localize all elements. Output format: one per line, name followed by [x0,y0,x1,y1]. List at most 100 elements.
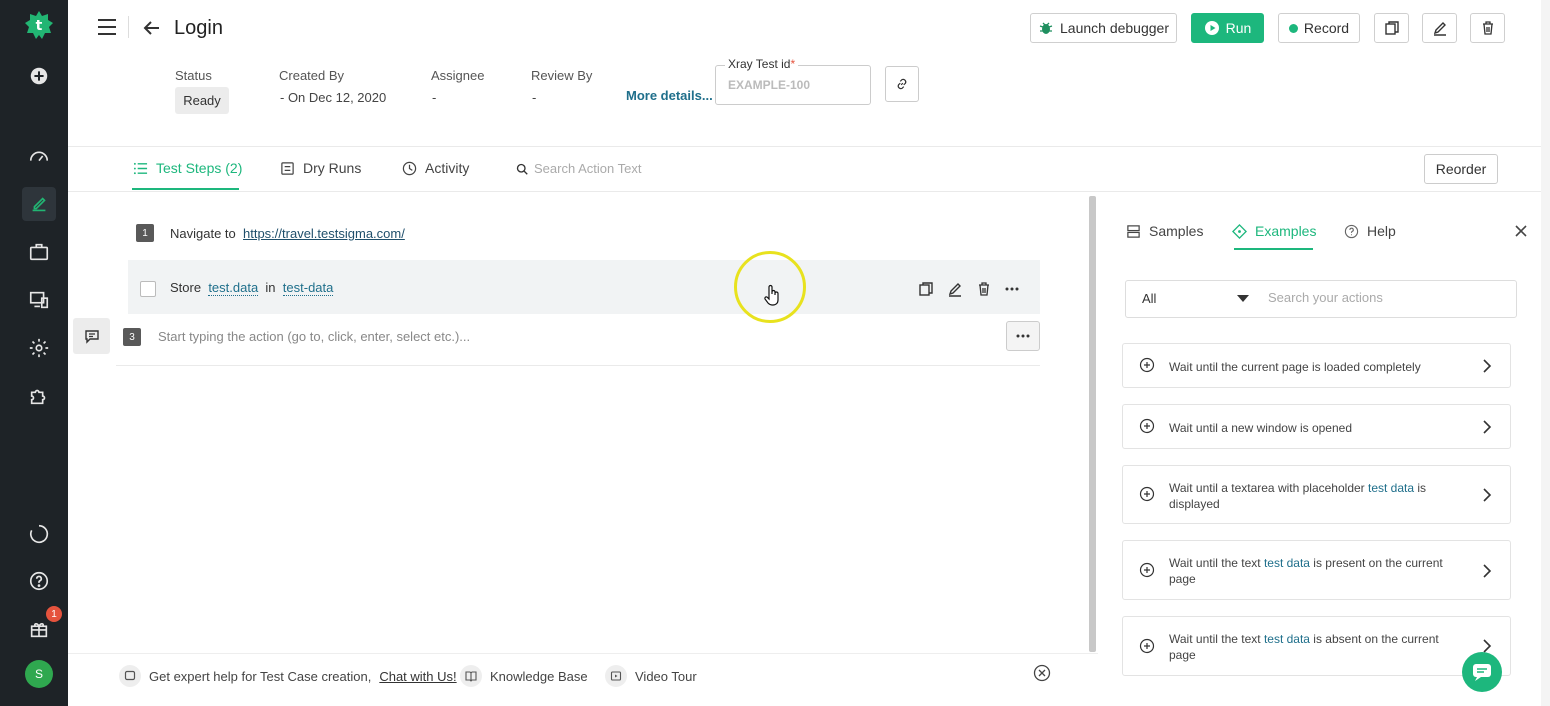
sidebar: t 1 S [0,0,68,706]
step-1-url[interactable]: https://travel.testsigma.com/ [243,226,405,241]
step-2-verb: Store [170,280,202,295]
example-card[interactable]: Wait until the text test data is present… [1122,540,1511,600]
close-panel-icon[interactable] [1512,222,1530,240]
search-icon [516,163,528,175]
knowledge-base-link[interactable]: Knowledge Base [460,665,588,687]
tab-samples[interactable]: Samples [1126,223,1203,239]
tab-test-steps-label: Test Steps (2) [156,160,243,176]
example-card[interactable]: Wait until the current page is loaded co… [1122,343,1511,388]
user-avatar[interactable]: S [25,660,53,688]
assignee-label: Assignee [431,68,485,83]
testsigma-logo-icon[interactable]: t [24,10,54,40]
back-arrow-icon[interactable] [142,18,162,38]
plus-circle-icon[interactable] [1139,562,1155,578]
add-icon[interactable] [22,59,56,93]
loading-circle-icon[interactable] [22,517,56,551]
plus-circle-icon[interactable] [1139,486,1155,502]
plus-circle-icon[interactable] [1139,418,1155,434]
tab-activity[interactable]: Activity [402,160,469,176]
video-tour-link[interactable]: Video Tour [605,665,697,687]
svg-text:t: t [36,18,43,34]
active-tab-underline [132,188,239,190]
chat-with-us-link[interactable]: Chat with Us! [379,669,456,684]
tab-activity-label: Activity [425,160,470,176]
filter-select[interactable]: All [1142,291,1156,306]
tab-dry-runs-label: Dry Runs [303,160,362,176]
chat-support-button[interactable] [1462,652,1502,692]
help-question-icon[interactable] [22,564,56,598]
new-step-more-button[interactable] [1006,321,1040,351]
chevron-right-icon[interactable] [1481,488,1493,502]
example-card-text: Wait until the text test data is present… [1169,556,1443,586]
comment-icon [84,330,99,344]
caret-down-icon[interactable] [1237,295,1249,302]
plus-circle-icon[interactable] [1139,357,1155,373]
close-footer-icon[interactable] [1033,664,1051,682]
more-details-link[interactable]: More details... [626,88,713,103]
created-by-value: - On Dec 12, 2020 [280,90,387,105]
launch-debugger-button[interactable]: Launch debugger [1030,13,1177,43]
chevron-right-icon[interactable] [1481,639,1493,653]
steps-scrollbar[interactable] [1089,196,1096,652]
book-icon [460,665,482,687]
step-2-data[interactable]: test.data [208,280,259,296]
dry-runs-icon [281,161,294,175]
xray-test-id-input[interactable] [716,66,870,104]
tab-help-label: Help [1367,223,1396,239]
edit-button[interactable] [1422,13,1457,43]
comment-button[interactable] [73,318,110,354]
help-icon [1344,224,1359,238]
trash-icon [1482,21,1493,35]
tab-examples-label: Examples [1255,223,1317,239]
chevron-right-icon[interactable] [1481,564,1493,578]
search-action-text[interactable]: Search Action Text [516,161,641,176]
delete-button[interactable] [1470,13,1505,43]
rp-active-underline [1234,248,1313,250]
tab-test-steps[interactable]: Test Steps (2) [133,160,242,176]
step-1-text[interactable]: Navigate to https://travel.testsigma.com… [170,226,405,241]
plus-circle-icon[interactable] [1139,638,1155,654]
new-step-input[interactable] [158,329,758,344]
step-2-target[interactable]: test-data [282,280,334,296]
reorder-button[interactable]: Reorder [1424,154,1498,184]
chevron-right-icon[interactable] [1481,420,1493,434]
step-copy-icon[interactable] [918,281,934,297]
step-1-verb: Navigate to [170,226,236,241]
step-2-text[interactable]: Store test.data in test-data [170,280,334,296]
expert-help-item: Get expert help for Test Case creation, … [119,665,457,687]
page-title: Login [174,17,223,39]
run-button[interactable]: Run [1191,13,1264,43]
record-button[interactable]: Record [1278,13,1360,43]
dashboard-icon[interactable] [22,139,56,173]
step-edit-icon[interactable] [947,281,963,297]
example-card[interactable]: Wait until the text test data is absent … [1122,616,1511,676]
chat-bubble-icon [119,665,141,687]
header-divider [128,16,129,38]
settings-gear-icon[interactable] [22,331,56,365]
addons-puzzle-icon[interactable] [22,379,56,413]
step-more-icon[interactable] [1004,281,1020,297]
devices-icon[interactable] [22,283,56,317]
test-development-icon[interactable] [22,187,56,221]
briefcase-icon[interactable] [22,235,56,269]
tab-help[interactable]: Help [1344,223,1396,239]
header-separator [68,146,1541,147]
example-card[interactable]: Wait until a textarea with placeholder t… [1122,465,1511,524]
step-2-checkbox[interactable] [140,281,156,297]
example-card[interactable]: Wait until a new window is opened [1122,404,1511,449]
review-by-label: Review By [531,68,593,83]
example-card-text: Wait until the text test data is absent … [1169,632,1439,662]
bug-icon [1039,22,1053,34]
tab-examples[interactable]: Examples [1232,223,1316,239]
hamburger-menu-icon[interactable] [96,16,118,38]
chevron-right-icon[interactable] [1481,359,1493,373]
step-number: 3 [123,328,141,346]
clone-button[interactable] [1374,13,1409,43]
status-label: Status [175,68,212,83]
search-actions-input[interactable] [1268,290,1508,305]
link-button[interactable] [885,66,919,102]
step-delete-icon[interactable] [976,281,992,297]
video-icon [605,665,627,687]
tab-dry-runs[interactable]: Dry Runs [280,160,361,176]
steps-bottom-line [116,365,1040,366]
